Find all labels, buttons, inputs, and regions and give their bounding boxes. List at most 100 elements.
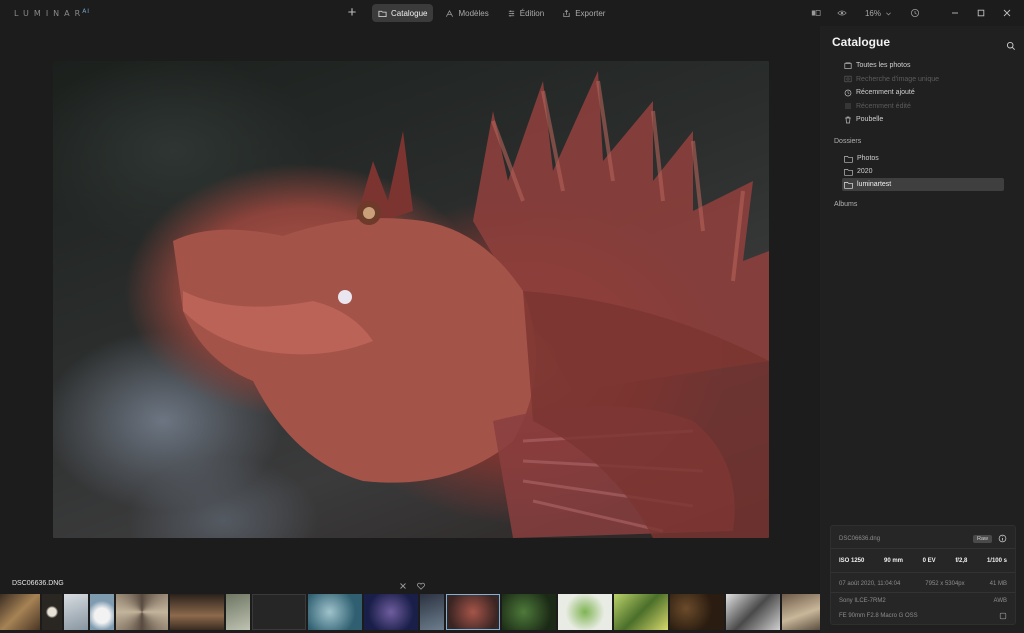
focal-value: 90 mm [884,558,904,564]
catalog-item-recently-edited[interactable]: Récemment édité [844,100,1004,114]
divider [831,572,1015,573]
thumbnail[interactable] [502,594,556,630]
filmstrip [0,594,820,630]
thumbnail[interactable] [116,594,168,630]
thumbnail-selected[interactable] [446,594,500,630]
tab-exporter[interactable]: Exporter [556,4,611,22]
dimensions-value: 7952 x 5304px [925,581,965,587]
thumbnail[interactable] [364,594,418,630]
folder-photos[interactable]: Photos [842,152,1004,165]
eye-icon[interactable] [837,8,847,18]
logo-suffix: AI [82,8,91,15]
add-icon[interactable]: + [344,4,360,22]
app-logo: LUMINARAI [14,8,90,18]
thumbnail[interactable] [226,594,250,630]
folder-icon [844,155,853,163]
thumbnail[interactable] [614,594,668,630]
top-bar: LUMINARAI + Catalogue Modèles Édition Ex… [0,0,1024,26]
image-viewer [0,26,820,572]
aperture-value: f/2,8 [955,558,968,564]
tab-modeles[interactable]: Modèles [439,4,494,22]
folder-label: luminartest [857,181,892,188]
main-photo[interactable] [53,61,769,538]
catalog-list: Toutes les photos Recherche d'image uniq… [844,59,1004,127]
expand-icon[interactable] [999,612,1007,620]
export-icon [563,9,570,17]
info-filename: DSC06636.dng [839,535,881,542]
catalog-item-label: Recherche d'image unique [856,75,940,83]
filesize-value: 41 MB [989,581,1007,587]
catalog-item-label: Récemment ajouté [856,89,915,97]
tab-edition[interactable]: Édition [501,4,550,22]
folder-icon [844,168,853,176]
photos-icon [844,62,852,69]
thumbnail[interactable] [308,594,362,630]
thumbnail[interactable] [782,594,820,630]
view-controls: 16% [811,4,1024,22]
albums-heading[interactable]: Albums [834,201,857,208]
folder-2020[interactable]: 2020 [842,165,1004,178]
iso-value: ISO 1250 [839,558,865,564]
history-icon[interactable] [910,8,920,18]
tab-modeles-label: Modèles [458,8,489,18]
heart-icon[interactable] [416,578,426,590]
sliders-icon [845,103,851,109]
logo-text: LUMINAR [14,9,86,18]
folder-icon [844,181,853,189]
zoom-value[interactable]: 16% [865,9,881,18]
thumbnail[interactable] [252,594,306,630]
close-icon[interactable] [1002,8,1012,18]
catalog-item-recently-added[interactable]: Récemment ajouté [844,86,1004,100]
raw-badge: Raw [972,534,992,543]
panel-title: Catalogue [832,35,891,49]
clock-icon [844,89,852,97]
folder-luminartest[interactable]: luminartest [842,178,1004,191]
main-nav: + Catalogue Modèles Édition Exporter [344,4,611,22]
thumbnail[interactable] [558,594,612,630]
catalog-item-label: Récemment édité [856,102,911,110]
divider [831,592,1015,593]
wb-value: AWB [993,598,1007,604]
reject-icon[interactable] [398,578,408,589]
thumbnail[interactable] [170,594,224,630]
minimize-icon[interactable] [950,8,960,18]
folder-label: 2020 [857,168,873,175]
thumbnail[interactable] [0,594,40,630]
current-filename: DSC06636.DNG [12,580,64,587]
tab-exporter-label: Exporter [575,8,606,18]
trash-icon [845,116,851,124]
catalog-item-label: Poubelle [856,116,884,124]
thumbnail[interactable] [670,594,724,630]
tab-catalogue-label: Catalogue [391,8,428,18]
info-icon[interactable] [998,534,1007,543]
edit-icon [508,9,514,17]
tab-edition-label: Édition [519,8,545,18]
thumbnail[interactable] [726,594,780,630]
lens-value: FE 90mm F2.8 Macro G OSS [839,613,918,619]
image-info-card: DSC06636.dng Raw ISO 1250 90 mm 0 EV f/2… [830,525,1016,625]
catalog-item-label: Toutes les photos [856,62,911,70]
camera-value: Sony ILCE-7RM2 [839,598,886,604]
templates-icon [446,9,454,17]
thumbnail[interactable] [420,594,444,630]
shutter-value: 1/100 s [986,558,1007,564]
divider [831,548,1015,549]
thumbnail[interactable] [64,594,88,630]
catalog-item-single-image-search[interactable]: Recherche d'image unique [844,73,1004,87]
maximize-icon[interactable] [976,8,986,18]
thumbnail[interactable] [42,594,62,630]
folder-list: Photos 2020 luminartest [842,152,1004,191]
folders-heading: Dossiers [834,138,862,145]
date-value: 07 août 2020, 11:04:04 [839,581,901,587]
search-image-icon [844,76,852,83]
folder-label: Photos [857,155,879,162]
ev-value: 0 EV [922,558,936,564]
folder-icon [378,10,387,17]
tab-catalogue[interactable]: Catalogue [372,4,434,22]
catalog-item-all-photos[interactable]: Toutes les photos [844,59,1004,73]
compare-view-icon[interactable] [811,8,821,18]
chevron-down-icon[interactable] [885,10,892,17]
thumbnail[interactable] [90,594,114,630]
search-icon[interactable] [1006,38,1016,51]
catalog-item-trash[interactable]: Poubelle [844,113,1004,127]
